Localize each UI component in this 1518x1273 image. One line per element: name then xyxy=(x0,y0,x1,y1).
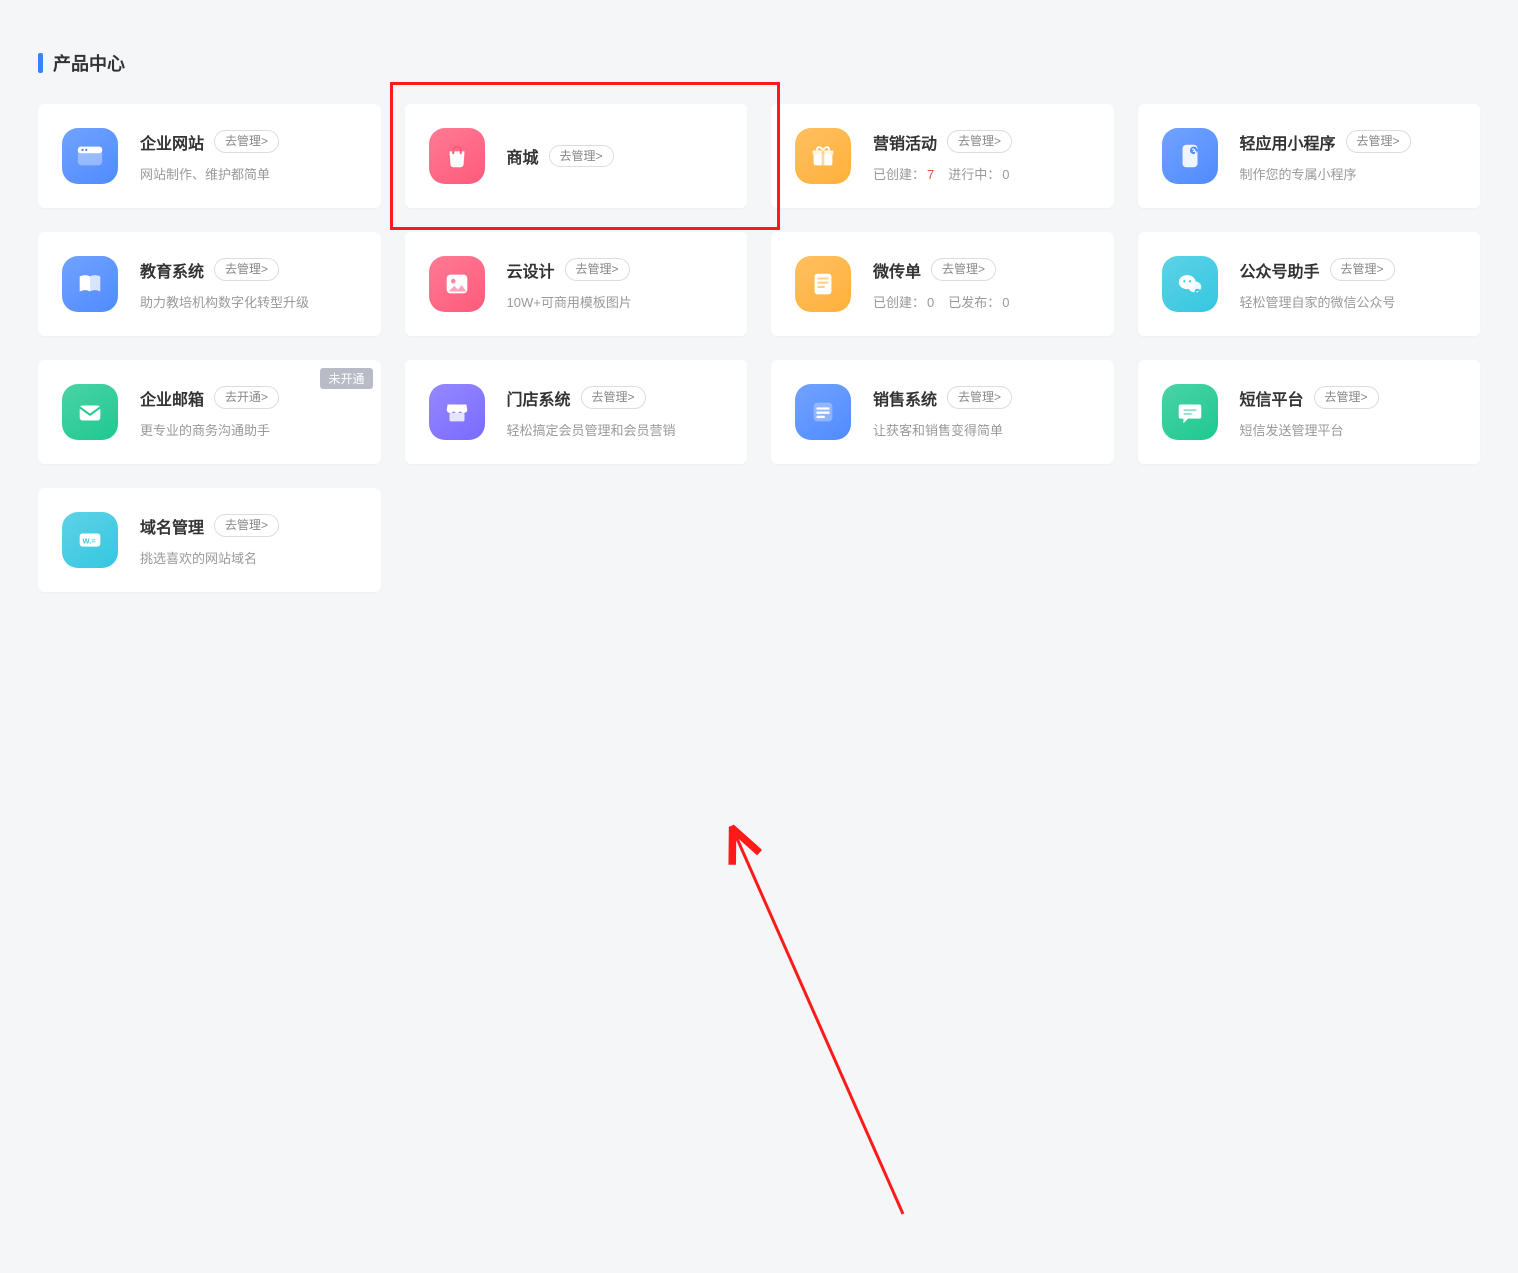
manage-button[interactable]: 去管理> xyxy=(214,514,279,537)
stat-label: 已创建： xyxy=(873,167,925,182)
card-title: 企业邮箱 xyxy=(140,386,204,410)
manage-button[interactable]: 去管理> xyxy=(931,258,996,281)
card-title: 云设计 xyxy=(507,258,555,282)
stat-label: 进行中： xyxy=(948,167,1000,182)
image-icon xyxy=(429,256,485,312)
manage-button[interactable]: 去管理> xyxy=(1314,386,1379,409)
card-title: 公众号助手 xyxy=(1240,258,1320,282)
card-domain[interactable]: W.= 域名管理 去管理> 挑选喜欢的网站域名 xyxy=(38,488,381,592)
bag-icon xyxy=(429,128,485,184)
gift-icon xyxy=(795,128,851,184)
card-title: 销售系统 xyxy=(873,386,937,410)
card-desc: 助力教培机构数字化转型升级 xyxy=(140,292,357,311)
card-website[interactable]: 企业网站 去管理> 网站制作、维护都简单 xyxy=(38,104,381,208)
stat-value: 0 xyxy=(1002,167,1009,182)
card-mail[interactable]: 未开通 企业邮箱 去开通> 更专业的商务沟通助手 xyxy=(38,360,381,464)
card-title: 轻应用小程序 xyxy=(1240,130,1336,154)
card-desc: 让获客和销售变得简单 xyxy=(873,420,1090,439)
card-sales[interactable]: 销售系统 去管理> 让获客和销售变得简单 xyxy=(771,360,1114,464)
stat-value: 0 xyxy=(927,295,934,310)
sms-icon xyxy=(1162,384,1218,440)
miniapp-icon xyxy=(1162,128,1218,184)
card-desc: 制作您的专属小程序 xyxy=(1240,164,1457,183)
domain-icon: W.= xyxy=(62,512,118,568)
manage-button[interactable]: 去管理> xyxy=(214,258,279,281)
manage-button[interactable]: 去管理> xyxy=(947,386,1012,409)
card-desc: 挑选喜欢的网站域名 xyxy=(140,548,357,567)
card-miniapp[interactable]: 轻应用小程序 去管理> 制作您的专属小程序 xyxy=(1138,104,1481,208)
card-education[interactable]: 教育系统 去管理> 助力教培机构数字化转型升级 xyxy=(38,232,381,336)
card-design[interactable]: 云设计 去管理> 10W+可商用模板图片 xyxy=(405,232,748,336)
stat-value: 7 xyxy=(927,167,934,182)
manage-button[interactable]: 去管理> xyxy=(549,145,614,168)
section-title: 产品中心 xyxy=(38,50,1480,76)
store-icon xyxy=(429,384,485,440)
card-title: 域名管理 xyxy=(140,514,204,538)
card-desc: 轻松管理自家的微信公众号 xyxy=(1240,292,1457,311)
manage-button[interactable]: 去管理> xyxy=(565,258,630,281)
stat-label: 已发布： xyxy=(948,295,1000,310)
stat-value: 0 xyxy=(1002,295,1009,310)
card-title: 短信平台 xyxy=(1240,386,1304,410)
card-desc: 网站制作、维护都简单 xyxy=(140,164,357,183)
mail-icon xyxy=(62,384,118,440)
card-flyer[interactable]: 微传单 去管理> 已创建：0 已发布：0 xyxy=(771,232,1114,336)
manage-button[interactable]: 去管理> xyxy=(581,386,646,409)
card-title: 商城 xyxy=(507,144,539,168)
card-marketing[interactable]: 营销活动 去管理> 已创建：7 进行中：0 xyxy=(771,104,1114,208)
browser-icon xyxy=(62,128,118,184)
card-desc: 更专业的商务沟通助手 xyxy=(140,420,357,439)
wechat-icon xyxy=(1162,256,1218,312)
manage-button[interactable]: 去管理> xyxy=(1346,130,1411,153)
card-title: 门店系统 xyxy=(507,386,571,410)
card-desc: 10W+可商用模板图片 xyxy=(507,292,724,311)
svg-text:W.=: W.= xyxy=(83,536,97,545)
stat-label: 已创建： xyxy=(873,295,925,310)
card-desc: 轻松搞定会员管理和会员营销 xyxy=(507,420,724,439)
card-sms[interactable]: 短信平台 去管理> 短信发送管理平台 xyxy=(1138,360,1481,464)
manage-button[interactable]: 去管理> xyxy=(1330,258,1395,281)
card-mall[interactable]: 商城 去管理> xyxy=(405,104,748,208)
manage-button[interactable]: 去管理> xyxy=(214,130,279,153)
book-icon xyxy=(62,256,118,312)
flyer-icon xyxy=(795,256,851,312)
product-grid: 企业网站 去管理> 网站制作、维护都简单 商城 去管理> xyxy=(38,104,1480,592)
card-stats: 已创建：7 进行中：0 xyxy=(873,164,1090,183)
activate-button[interactable]: 去开通> xyxy=(214,386,279,409)
card-title: 企业网站 xyxy=(140,130,204,154)
manage-button[interactable]: 去管理> xyxy=(947,130,1012,153)
annotation-arrow xyxy=(0,612,1518,1273)
card-stats: 已创建：0 已发布：0 xyxy=(873,292,1090,311)
card-wechat[interactable]: 公众号助手 去管理> 轻松管理自家的微信公众号 xyxy=(1138,232,1481,336)
card-store[interactable]: 门店系统 去管理> 轻松搞定会员管理和会员营销 xyxy=(405,360,748,464)
card-title: 教育系统 xyxy=(140,258,204,282)
sales-icon xyxy=(795,384,851,440)
card-title: 微传单 xyxy=(873,258,921,282)
status-tag: 未开通 xyxy=(320,368,372,389)
card-desc: 短信发送管理平台 xyxy=(1240,420,1457,439)
product-center-section: 产品中心 企业网站 去管理> 网站制作、维护都简单 商城 去管理 xyxy=(0,0,1518,612)
card-title: 营销活动 xyxy=(873,130,937,154)
